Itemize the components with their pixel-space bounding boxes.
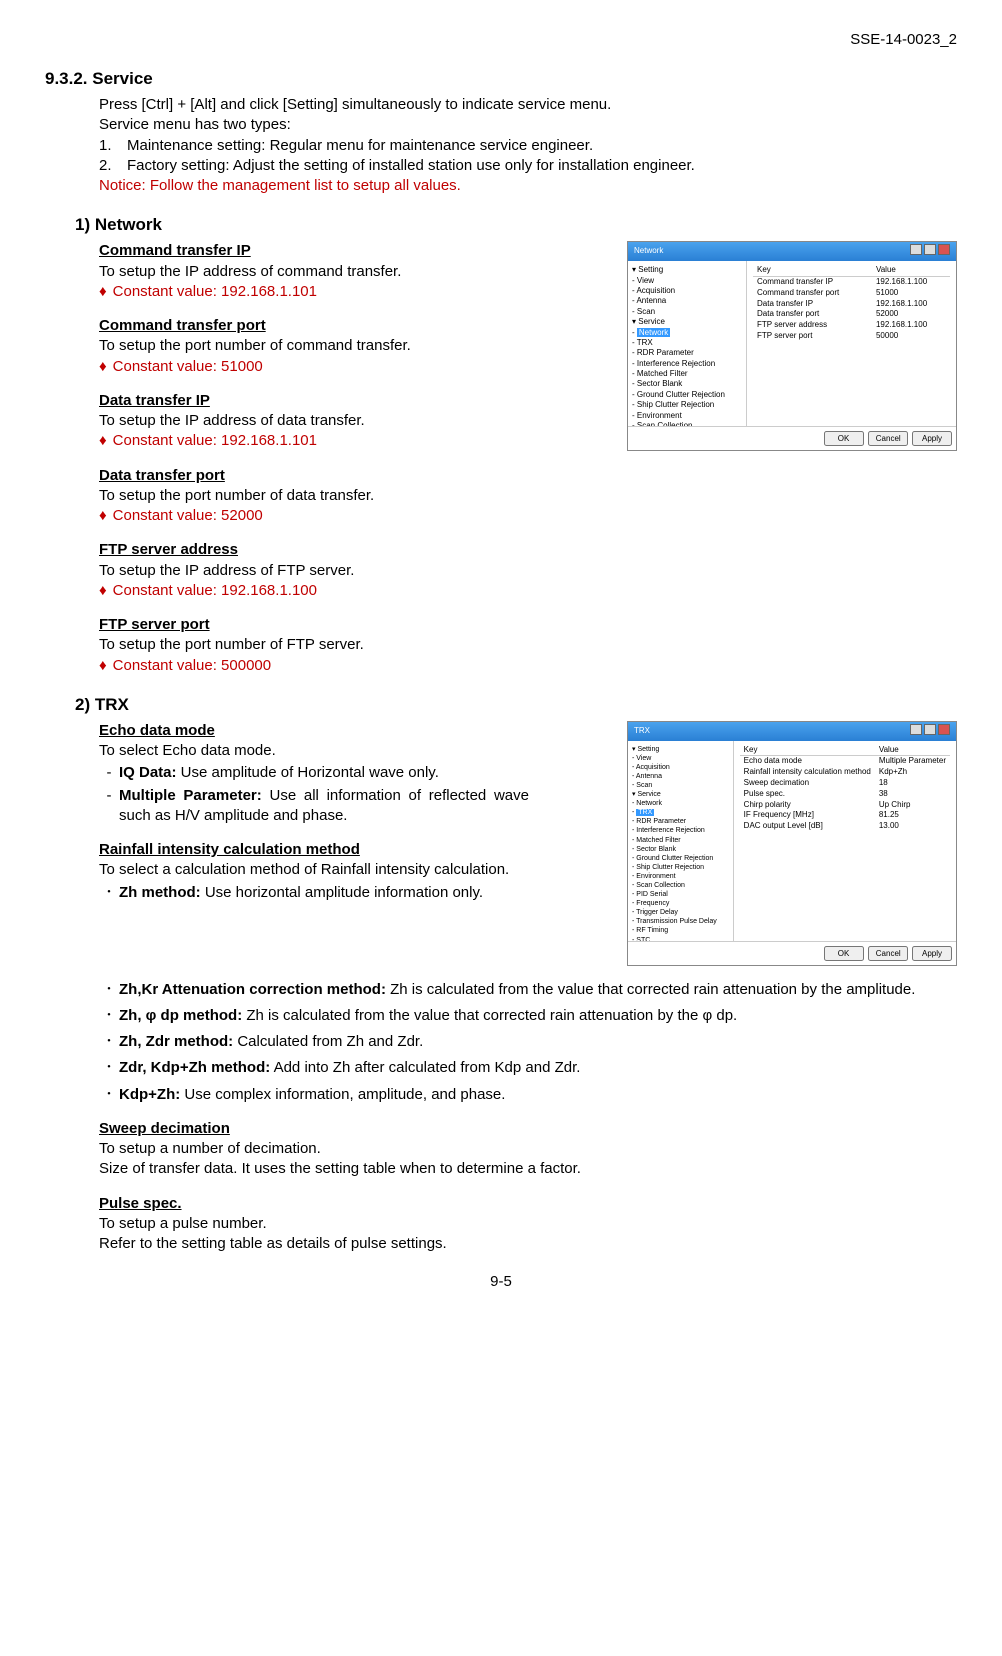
- list-item: ･ Kdp+Zh: Use complex information, ampli…: [99, 1085, 957, 1105]
- list-item: ･ Zh, φ dp method: Zh is calculated from…: [99, 1006, 957, 1026]
- dot-icon: ･: [99, 1032, 119, 1052]
- page-number: 9-5: [45, 1272, 957, 1292]
- property-grid[interactable]: KeyValue Command transfer IP192.168.1.10…: [747, 261, 956, 426]
- document-id: SSE-14-0023_2: [45, 30, 957, 50]
- section-heading: 9.3.2. Service: [45, 68, 957, 91]
- diamond-icon: ♦: [99, 507, 107, 524]
- list-item: - IQ Data: Use amplitude of Horizontal w…: [99, 763, 617, 783]
- param-heading: FTP server address: [99, 540, 957, 560]
- constant-value: ♦Constant value: 192.168.1.100: [99, 581, 957, 601]
- screenshot-trx: TRX ▾ Setting - View- Acquisition- Anten…: [627, 721, 957, 966]
- list-item: - Multiple Parameter: Use all informatio…: [99, 786, 529, 827]
- subsection-heading: 2) TRX: [75, 694, 957, 717]
- cancel-button[interactable]: Cancel: [868, 431, 908, 446]
- param-desc: Refer to the setting table as details of…: [99, 1234, 957, 1254]
- list-text: Maintenance setting: Regular menu for ma…: [127, 136, 593, 156]
- window-controls[interactable]: [908, 244, 950, 259]
- ok-button[interactable]: OK: [824, 431, 864, 446]
- param-desc: To setup the port number of data transfe…: [99, 486, 957, 506]
- ok-button[interactable]: OK: [824, 946, 864, 961]
- param-desc: Size of transfer data. It uses the setti…: [99, 1159, 957, 1179]
- tree-panel[interactable]: ▾ Setting - View- Acquisition- Antenna- …: [628, 261, 747, 426]
- list-item: 1. Maintenance setting: Regular menu for…: [99, 136, 957, 156]
- diamond-icon: ♦: [99, 657, 107, 674]
- list-item: ･ Zdr, Kdp+Zh method: Add into Zh after …: [99, 1058, 957, 1078]
- cancel-button[interactable]: Cancel: [868, 946, 908, 961]
- constant-value: ♦Constant value: 500000: [99, 656, 957, 676]
- diamond-icon: ♦: [99, 432, 107, 449]
- dash-icon: -: [99, 763, 119, 783]
- list-item: 2. Factory setting: Adjust the setting o…: [99, 156, 957, 176]
- list-text: Factory setting: Adjust the setting of i…: [127, 156, 695, 176]
- dash-icon: -: [99, 786, 119, 827]
- screenshot-network: Network ▾ Setting - View- Acquisition- A…: [627, 241, 957, 451]
- list-item: ･ Zh method: Use horizontal amplitude in…: [99, 883, 539, 903]
- list-number: 2.: [99, 156, 127, 176]
- property-grid[interactable]: KeyValue Echo data modeMultiple Paramete…: [734, 741, 956, 941]
- list-item: ･ Zh,Kr Attenuation correction method: Z…: [99, 980, 957, 1000]
- diamond-icon: ♦: [99, 582, 107, 599]
- constant-value: ♦Constant value: 52000: [99, 506, 957, 526]
- param-desc: To setup a pulse number.: [99, 1214, 957, 1234]
- dot-icon: ･: [99, 1058, 119, 1078]
- param-heading: FTP server port: [99, 615, 957, 635]
- list-item: ･ Zh, Zdr method: Calculated from Zh and…: [99, 1032, 957, 1052]
- window-title: TRX: [634, 726, 650, 737]
- diamond-icon: ♦: [99, 283, 107, 300]
- tree-panel[interactable]: ▾ Setting - View- Acquisition- Antenna- …: [628, 741, 734, 941]
- param-desc: To setup a number of decimation.: [99, 1139, 957, 1159]
- list-number: 1.: [99, 136, 127, 156]
- dot-icon: ･: [99, 980, 119, 1000]
- window-title: Network: [634, 246, 663, 257]
- param-desc: To setup the IP address of FTP server.: [99, 561, 957, 581]
- dot-icon: ･: [99, 1006, 119, 1026]
- param-heading: Sweep decimation: [99, 1119, 957, 1139]
- intro-line: Service menu has two types:: [99, 115, 957, 135]
- param-desc: To select a calculation method of Rainfa…: [99, 860, 539, 880]
- subsection-heading: 1) Network: [75, 214, 957, 237]
- apply-button[interactable]: Apply: [912, 431, 952, 446]
- dot-icon: ･: [99, 1085, 119, 1105]
- param-desc: To setup the port number of FTP server.: [99, 635, 957, 655]
- window-controls[interactable]: [908, 724, 950, 739]
- intro-line: Press [Ctrl] + [Alt] and click [Setting]…: [99, 95, 957, 115]
- dot-icon: ･: [99, 883, 119, 903]
- notice: Notice: Follow the management list to se…: [99, 176, 957, 196]
- param-heading: Pulse spec.: [99, 1194, 957, 1214]
- param-heading: Data transfer port: [99, 466, 957, 486]
- diamond-icon: ♦: [99, 358, 107, 375]
- apply-button[interactable]: Apply: [912, 946, 952, 961]
